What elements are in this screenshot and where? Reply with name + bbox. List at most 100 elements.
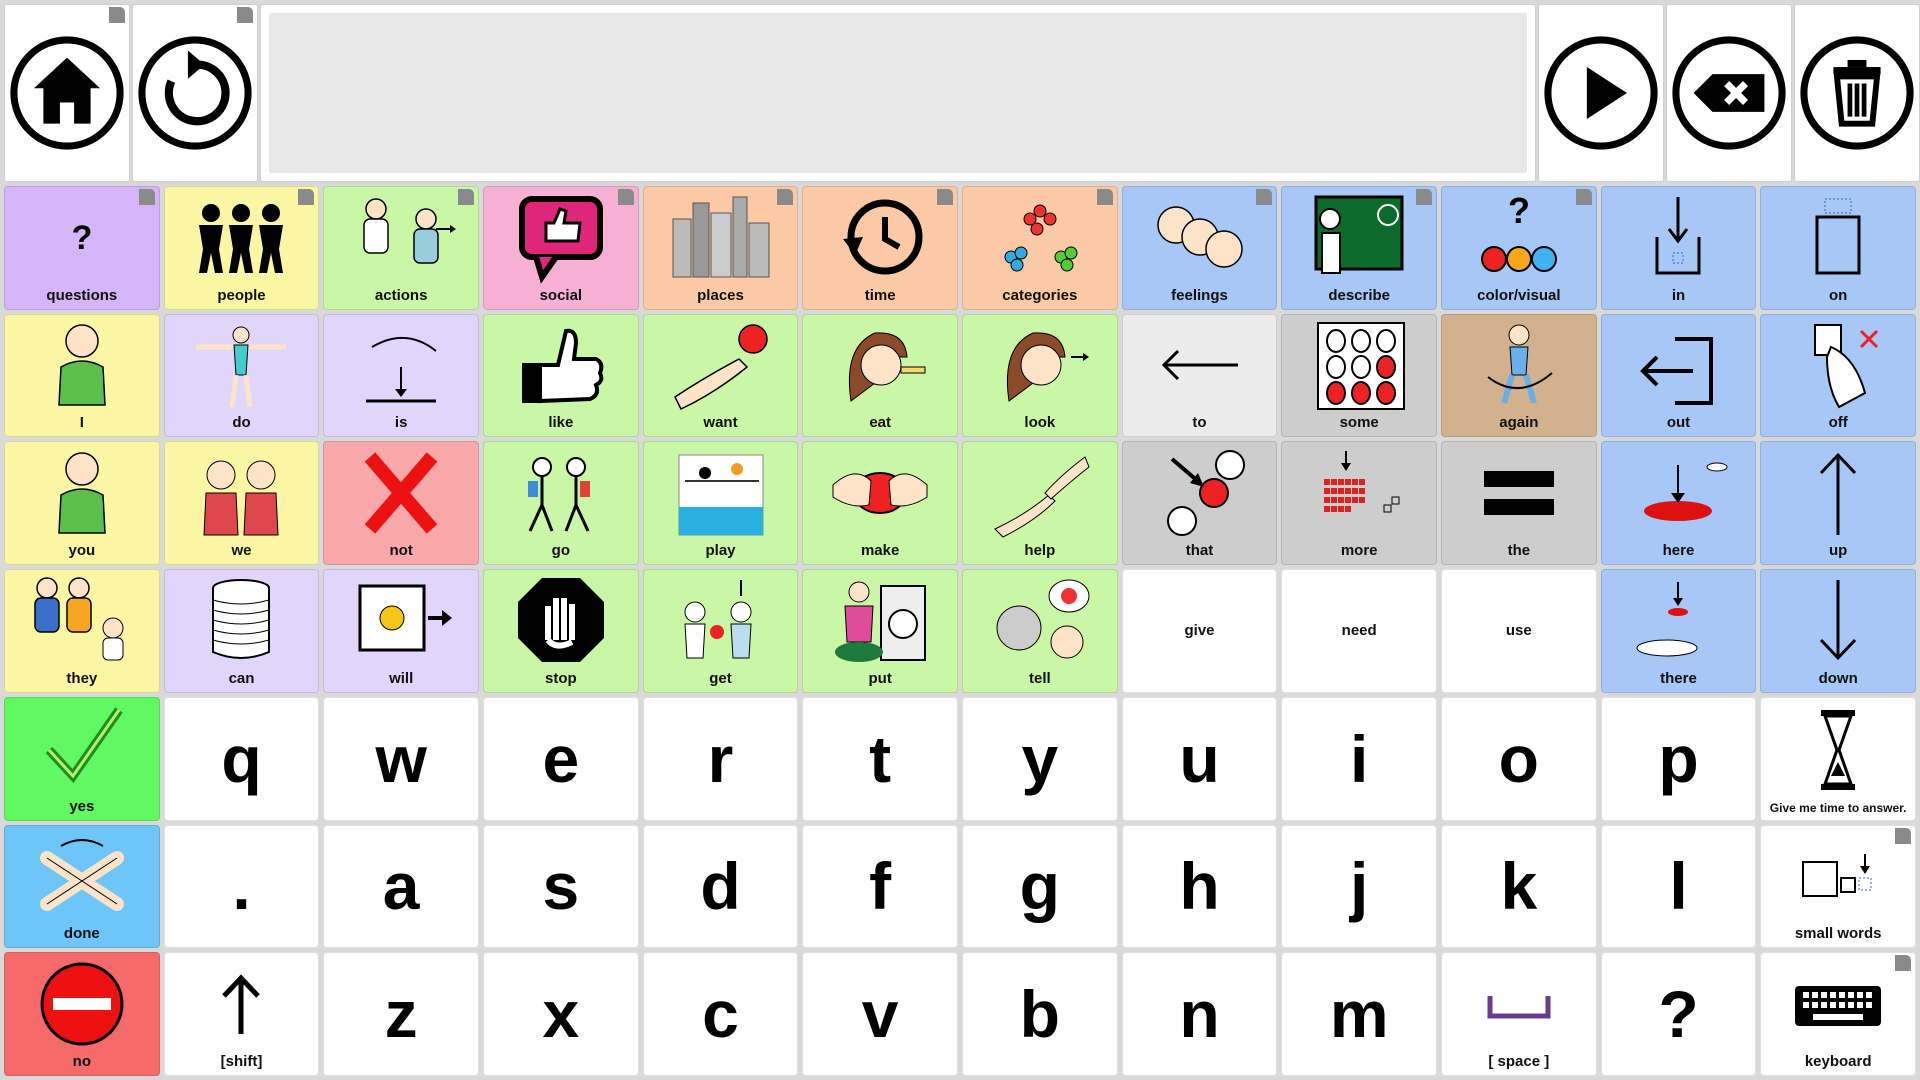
key-b[interactable]: b — [962, 952, 1118, 1076]
key-d[interactable]: d — [642, 824, 799, 949]
symbol-button-to[interactable]: to — [1121, 313, 1278, 438]
speak-button[interactable] — [1538, 4, 1664, 182]
people-icon — [165, 187, 319, 288]
symbol-button-describe[interactable]: describe — [1281, 186, 1437, 310]
symbol-button-actions[interactable]: actions — [323, 186, 479, 310]
symbol-button-you[interactable]: you — [4, 441, 160, 566]
symbol-button-give[interactable]: give — [1121, 569, 1278, 693]
home-button[interactable] — [4, 4, 130, 182]
key-g[interactable]: g — [962, 824, 1118, 949]
symbol-button-will[interactable]: will — [323, 569, 479, 693]
symbol-button-keyboard[interactable]: keyboard — [1760, 952, 1916, 1076]
symbol-button-the[interactable]: the — [1441, 441, 1597, 566]
symbol-button-down[interactable]: down — [1760, 569, 1916, 693]
symbol-label: can — [228, 669, 255, 687]
key-c[interactable]: c — [642, 952, 799, 1076]
folder-tab — [458, 189, 474, 205]
symbol-button-here[interactable]: here — [1600, 441, 1757, 566]
symbol-button-need[interactable]: need — [1281, 569, 1437, 693]
symbol-button-get[interactable]: get — [642, 569, 799, 693]
symbol-button-out[interactable]: out — [1600, 313, 1757, 438]
key-w[interactable]: w — [323, 696, 479, 821]
symbol-button-shift[interactable]: [shift] — [163, 952, 320, 1076]
symbol-button-give-me-time-to-answer[interactable]: Give me time to answer. — [1760, 696, 1916, 821]
key-m[interactable]: m — [1281, 952, 1437, 1076]
symbol-button-done[interactable]: done — [4, 824, 160, 949]
symbol-button-there[interactable]: there — [1600, 569, 1757, 693]
symbol-button-social[interactable]: social — [483, 186, 639, 310]
symbol-button-not[interactable]: not — [323, 441, 479, 566]
clear-button[interactable] — [1794, 4, 1920, 182]
symbol-button-categories[interactable]: categories — [962, 186, 1118, 310]
undo-button[interactable] — [132, 4, 258, 182]
symbol-button-time[interactable]: time — [802, 186, 958, 310]
key-h[interactable]: h — [1121, 824, 1278, 949]
symbol-button-no[interactable]: no — [4, 952, 160, 1076]
key-a[interactable]: a — [323, 824, 479, 949]
symbol-button-people[interactable]: people — [163, 186, 320, 310]
symbol-label: I — [79, 414, 84, 432]
symbol-button-they[interactable]: they — [4, 569, 160, 693]
symbol-button-stop[interactable]: stop — [483, 569, 639, 693]
symbol-button-some[interactable]: some — [1281, 313, 1437, 438]
symbol-button-again[interactable]: again — [1441, 313, 1597, 438]
symbol-button-make[interactable]: make — [802, 441, 958, 566]
symbol-button-up[interactable]: up — [1760, 441, 1916, 566]
key-p[interactable]: p — [1600, 696, 1757, 821]
key-f[interactable]: f — [802, 824, 958, 949]
symbol-button-places[interactable]: places — [642, 186, 799, 310]
key-l[interactable]: l — [1600, 824, 1757, 949]
symbol-button-help[interactable]: help — [962, 441, 1118, 566]
key-r[interactable]: r — [642, 696, 799, 821]
symbol-button-color-visual[interactable]: ? color/visual — [1441, 186, 1597, 310]
symbol-button-eat[interactable]: eat — [802, 313, 958, 438]
key-k[interactable]: k — [1441, 824, 1597, 949]
symbol-label: get — [709, 669, 732, 687]
symbol-button-want[interactable]: want — [642, 313, 799, 438]
key-t[interactable]: t — [802, 696, 958, 821]
key-y[interactable]: y — [962, 696, 1118, 821]
key-question-mark[interactable]: ? — [1600, 952, 1757, 1076]
symbol-button-feelings[interactable]: feelings — [1121, 186, 1278, 310]
key-e[interactable]: e — [483, 696, 639, 821]
symbol-button-that[interactable]: that — [1121, 441, 1278, 566]
message-bar[interactable] — [260, 4, 1536, 182]
key-v[interactable]: v — [802, 952, 958, 1076]
symbol-button-off[interactable]: off — [1760, 313, 1916, 438]
symbol-button-do[interactable]: do — [163, 313, 320, 438]
symbol-button-yes[interactable]: yes — [4, 696, 160, 821]
backspace-button[interactable] — [1666, 4, 1792, 182]
symbol-label: that — [1185, 542, 1214, 560]
key-j[interactable]: j — [1281, 824, 1437, 949]
symbol-button-we[interactable]: we — [163, 441, 320, 566]
symbol-button-on[interactable]: on — [1760, 186, 1916, 310]
symbol-button-tell[interactable]: tell — [962, 569, 1118, 693]
symbol-label: people — [217, 286, 266, 304]
key-z[interactable]: z — [323, 952, 479, 1076]
key-i[interactable]: i — [1281, 696, 1437, 821]
key-q[interactable]: q — [163, 696, 320, 821]
key-period[interactable]: . — [163, 824, 320, 949]
folder-tab — [1416, 189, 1432, 205]
key-s[interactable]: s — [483, 824, 639, 949]
key-o[interactable]: o — [1441, 696, 1597, 821]
symbol-button-questions[interactable]: ? questions — [4, 186, 160, 310]
symbol-button-in[interactable]: in — [1600, 186, 1757, 310]
symbol-button-small-words[interactable]: small words — [1760, 824, 1916, 949]
symbol-button-like[interactable]: like — [483, 313, 639, 438]
key-n[interactable]: n — [1121, 952, 1278, 1076]
symbol-button-is[interactable]: is — [323, 313, 479, 438]
key-x[interactable]: x — [483, 952, 639, 1076]
symbol-button-i[interactable]: I — [4, 313, 160, 438]
symbol-button-can[interactable]: can — [163, 569, 320, 693]
key-label: y — [1021, 721, 1059, 796]
symbol-button-more[interactable]: more — [1281, 441, 1437, 566]
symbol-label: help — [1024, 542, 1056, 560]
symbol-button-look[interactable]: look — [962, 313, 1118, 438]
key-u[interactable]: u — [1121, 696, 1278, 821]
symbol-button-go[interactable]: go — [483, 441, 639, 566]
symbol-button-space[interactable]: [ space ] — [1441, 952, 1597, 1076]
symbol-button-play[interactable]: play — [642, 441, 799, 566]
symbol-button-put[interactable]: put — [802, 569, 958, 693]
symbol-button-use[interactable]: use — [1441, 569, 1597, 693]
